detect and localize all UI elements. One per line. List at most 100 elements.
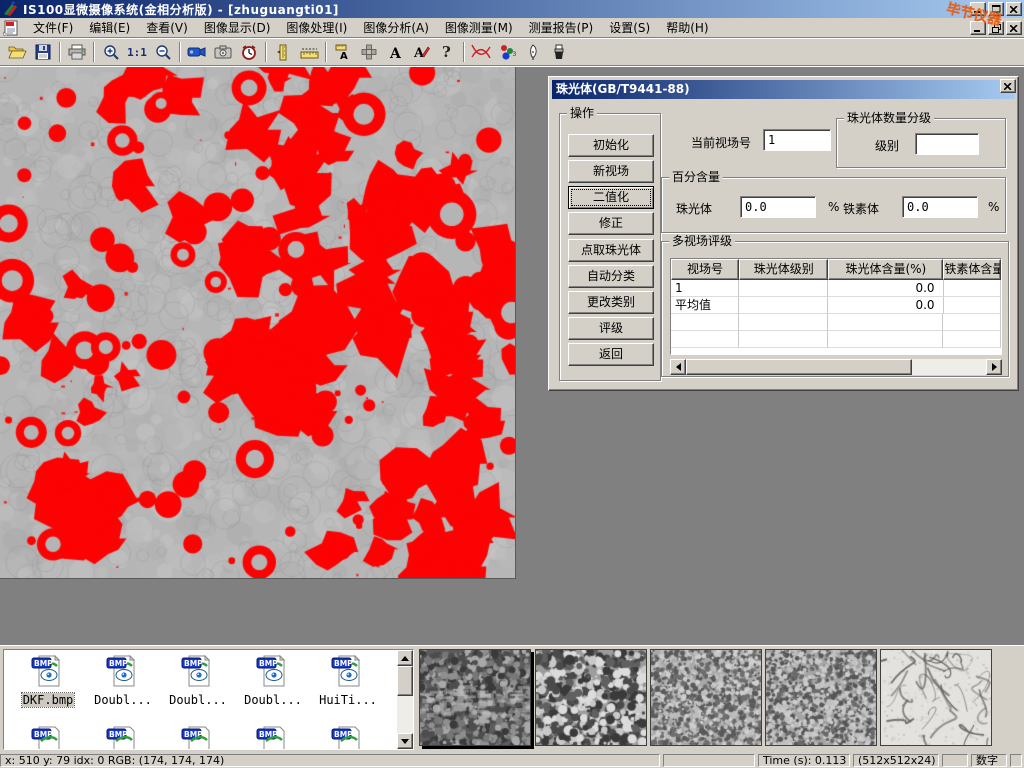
ferrite-percent-input[interactable] — [902, 196, 978, 218]
table-horizontal-scrollbar[interactable] — [670, 359, 1002, 375]
classify-dots-button[interactable]: 3 — [494, 40, 520, 64]
edit-text-button[interactable]: A — [408, 40, 434, 64]
binarize-button[interactable]: 二值化 — [568, 186, 654, 209]
thumbnail-4[interactable] — [765, 649, 877, 746]
file-item[interactable]: BMP — [12, 725, 84, 750]
minimize-button[interactable] — [970, 2, 986, 16]
menu-image-processing[interactable]: 图像处理(I) — [278, 18, 355, 38]
bmp-file-icon: BMP — [31, 654, 65, 688]
save-button[interactable] — [30, 40, 56, 64]
cell-field-number: 平均值 — [671, 297, 739, 314]
file-list-scrollbar[interactable] — [397, 650, 413, 749]
auto-classify-button[interactable]: 自动分类 — [568, 265, 654, 288]
status-empty-2 — [942, 754, 968, 767]
menu-image-measure[interactable]: 图像测量(M) — [437, 18, 521, 38]
caliper-measure-button[interactable] — [270, 40, 296, 64]
grade-level-input[interactable] — [915, 133, 979, 155]
arrow-left-icon — [676, 363, 681, 371]
child-close-button[interactable] — [1006, 21, 1022, 35]
brush-tool-button[interactable] — [546, 40, 572, 64]
cell-ferrite-content — [944, 297, 1001, 314]
menu-image-display[interactable]: 图像显示(D) — [196, 18, 279, 38]
multifield-group-label: 多视场评级 — [669, 234, 735, 248]
timer-button[interactable] — [236, 40, 262, 64]
ferrite-percent-label: 铁素体 — [843, 200, 879, 217]
menu-help[interactable]: 帮助(H) — [658, 18, 716, 38]
file-list[interactable]: BMP DKF.bmp BMP Doubl... BMP Doubl... — [3, 649, 414, 750]
menu-view[interactable]: 查看(V) — [138, 18, 196, 38]
pick-pearlite-button[interactable]: 点取珠光体 — [568, 239, 654, 262]
grade-button[interactable]: 评级 — [568, 317, 654, 340]
file-item[interactable]: BMP — [162, 725, 234, 750]
brush-icon — [552, 44, 566, 61]
ruler-horizontal-icon — [300, 46, 319, 59]
file-name[interactable]: Doubl... — [93, 693, 153, 707]
file-item[interactable]: BMP — [312, 725, 384, 750]
camera-capture-button[interactable] — [210, 40, 236, 64]
scroll-right-button[interactable] — [986, 359, 1002, 375]
micrograph-image[interactable] — [0, 67, 516, 579]
thumbnail-1[interactable] — [419, 649, 531, 746]
child-minimize-button[interactable] — [970, 21, 986, 35]
file-item[interactable]: BMP HuiTi... — [312, 654, 384, 707]
init-button[interactable]: 初始化 — [568, 134, 654, 157]
menu-file[interactable]: 文件(F) — [25, 18, 81, 38]
maximize-button[interactable] — [988, 2, 1004, 16]
pearlite-percent-input[interactable] — [740, 196, 816, 218]
print-button[interactable] — [64, 40, 90, 64]
scroll-up-button[interactable] — [397, 650, 413, 666]
grid-tool-button[interactable] — [356, 40, 382, 64]
percent-group: 百分含量 珠光体 % 铁素体 % — [661, 177, 1006, 233]
file-item[interactable]: BMP — [237, 725, 309, 750]
rating-table[interactable]: 视场号 珠光体级别 珠光体含量(%) 铁素体含量(%) 1 0.0 平均值 0.… — [670, 258, 1002, 355]
toolbar-separator — [325, 42, 327, 62]
scroll-left-button[interactable] — [670, 359, 686, 375]
file-item[interactable]: BMP Doubl... — [162, 654, 234, 707]
thumbnail-5[interactable] — [880, 649, 992, 746]
bmp-file-icon: BMP — [181, 654, 215, 688]
curve-tool-button[interactable] — [468, 40, 494, 64]
menu-measure-report[interactable]: 测量报告(P) — [521, 18, 602, 38]
return-button[interactable]: 返回 — [568, 343, 654, 366]
pen-tool-button[interactable] — [520, 40, 546, 64]
dialog-close-button[interactable] — [1000, 79, 1016, 93]
child-minimize-icon — [974, 25, 982, 32]
correct-button[interactable]: 修正 — [568, 212, 654, 235]
scrollbar-thumb[interactable] — [397, 666, 413, 696]
menu-edit[interactable]: 编辑(E) — [81, 18, 138, 38]
arrow-down-icon — [401, 739, 409, 744]
file-item[interactable]: BMP Doubl... — [237, 654, 309, 707]
current-field-input[interactable] — [763, 129, 831, 151]
ruler-measure-button[interactable] — [296, 40, 322, 64]
title-bar: IS100显微摄像系统(金相分析版) - [zhuguangti01] — [0, 0, 1024, 18]
app-logo-icon — [2, 1, 20, 17]
measure-annotate-button[interactable]: A — [330, 40, 356, 64]
file-name[interactable]: DKF.bmp — [22, 693, 75, 707]
zoom-out-button[interactable] — [150, 40, 176, 64]
change-class-button[interactable]: 更改类别 — [568, 291, 654, 314]
file-item[interactable]: BMP Doubl... — [87, 654, 159, 707]
zoom-in-button[interactable] — [98, 40, 124, 64]
thumbnail-3[interactable] — [650, 649, 762, 746]
scrollbar-thumb[interactable] — [686, 359, 912, 375]
menu-image-analysis[interactable]: 图像分析(A) — [355, 18, 437, 38]
video-capture-button[interactable] — [184, 40, 210, 64]
file-name[interactable]: Doubl... — [243, 693, 303, 707]
text-tool-button[interactable]: A — [382, 40, 408, 64]
thumbnail-2[interactable] — [535, 649, 647, 746]
file-name[interactable]: HuiTi... — [318, 693, 378, 707]
close-button[interactable] — [1006, 2, 1022, 16]
menu-settings[interactable]: 设置(S) — [601, 18, 658, 38]
actual-size-button[interactable]: 1:1 — [124, 40, 150, 64]
dialog-title-bar[interactable]: 珠光体(GB/T9441-88) — [552, 80, 1015, 99]
scroll-down-button[interactable] — [397, 733, 413, 749]
multifield-group: 多视场评级 视场号 珠光体级别 珠光体含量(%) 铁素体含量(%) 1 0.0 … — [661, 241, 1009, 377]
open-button[interactable] — [4, 40, 30, 64]
help-button[interactable]: ? — [434, 40, 460, 64]
new-field-button[interactable]: 新视场 — [568, 160, 654, 183]
child-restore-button[interactable] — [988, 21, 1004, 35]
document-menu-icon[interactable] — [3, 20, 21, 36]
file-item[interactable]: BMP DKF.bmp — [12, 654, 84, 707]
file-name[interactable]: Doubl... — [168, 693, 228, 707]
file-item[interactable]: BMP — [87, 725, 159, 750]
